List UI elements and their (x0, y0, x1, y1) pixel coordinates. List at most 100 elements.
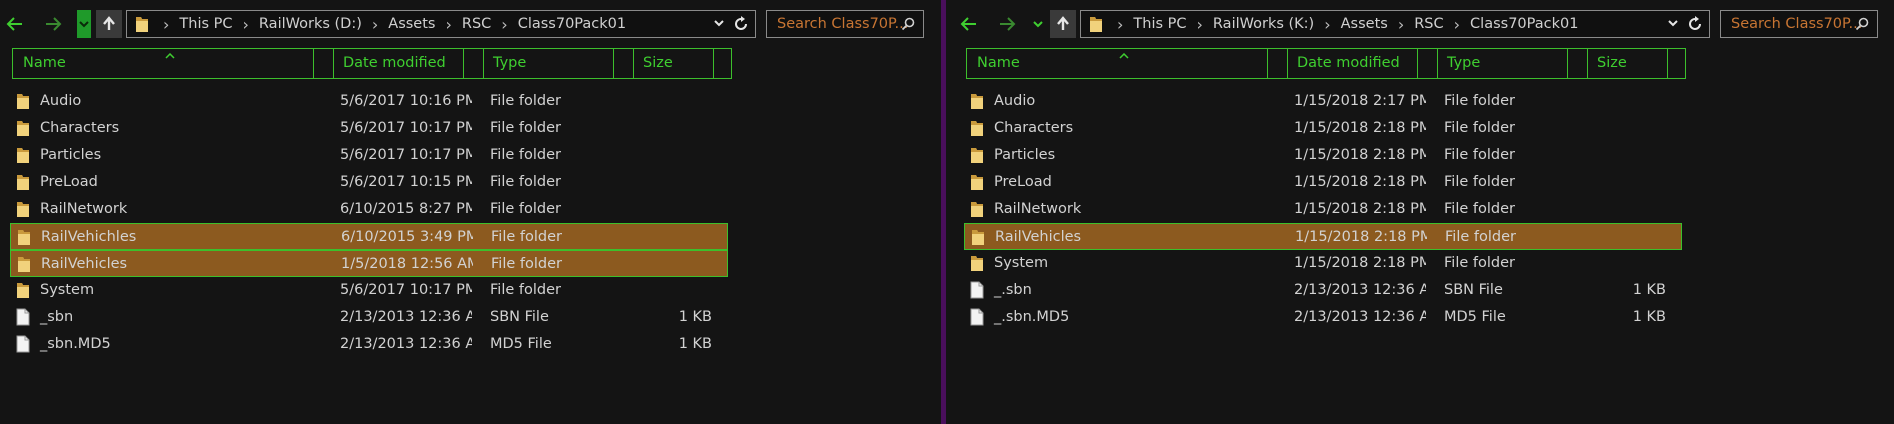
chevron-right-icon: › (1397, 14, 1405, 34)
back-button[interactable] (2, 10, 28, 38)
back-button[interactable] (956, 10, 982, 38)
column-header-name[interactable]: Name (13, 49, 313, 78)
up-button[interactable] (96, 10, 122, 38)
recent-locations-button[interactable] (1031, 10, 1045, 38)
file-name: System (994, 255, 1049, 271)
file-name: Characters (994, 120, 1074, 136)
folder-icon (16, 200, 30, 222)
file-list-row[interactable]: RailVehicles 1/15/2018 2:18 PM File folder (964, 223, 1682, 250)
file-list-row[interactable]: RailNetwork 6/10/2015 8:27 PM File folder (10, 196, 728, 223)
column-divider[interactable] (713, 49, 714, 78)
file-list-row[interactable]: Audio 5/6/2017 10:16 PM File folder (10, 88, 728, 115)
column-divider[interactable] (1417, 49, 1418, 78)
file-list-row[interactable]: _sbn 2/13/2013 12:36 A... SBN File 1 KB (10, 304, 728, 331)
address-bar[interactable]: › This PC › RailWorks (K:) › Assets › RSC › Class… (1080, 10, 1710, 38)
column-header-row: Name Date modified Type Size (12, 48, 732, 79)
search-input[interactable]: Search Class70P... (1720, 10, 1878, 38)
file-name: PreLoad (40, 174, 98, 190)
file-list-row[interactable]: PreLoad 5/6/2017 10:15 PM File folder (10, 169, 728, 196)
refresh-icon[interactable] (1687, 16, 1703, 36)
pane-divider[interactable] (940, 0, 954, 424)
breadcrumb-item[interactable]: This PC (175, 16, 236, 32)
forward-button[interactable] (40, 10, 66, 38)
file-size: 1 KB (678, 336, 712, 352)
folder-icon (135, 15, 151, 33)
column-divider[interactable] (1267, 49, 1268, 78)
file-icon (970, 281, 984, 303)
file-list-row[interactable]: RailVehicles 1/5/2018 12:56 AM File folder (10, 250, 728, 277)
column-divider[interactable] (1287, 49, 1288, 78)
column-header-type[interactable]: Type (1437, 49, 1587, 78)
column-header-name[interactable]: Name (967, 49, 1267, 78)
breadcrumb-item[interactable]: Assets (384, 16, 439, 32)
column-divider[interactable] (463, 49, 464, 78)
file-size: 1 KB (1632, 282, 1666, 298)
column-divider[interactable] (633, 49, 634, 78)
breadcrumb-item[interactable]: RSC (1410, 16, 1447, 32)
file-type: File folder (1445, 229, 1516, 245)
breadcrumb-item[interactable]: RailWorks (D:) (255, 16, 366, 32)
file-type: File folder (1444, 120, 1515, 136)
column-divider[interactable] (1587, 49, 1588, 78)
file-type: File folder (1444, 147, 1515, 163)
refresh-icon[interactable] (733, 16, 749, 36)
file-name: RailNetwork (40, 201, 128, 217)
file-type: File folder (490, 93, 561, 109)
column-divider[interactable] (1437, 49, 1438, 78)
file-size (1584, 250, 1666, 277)
file-type: File folder (490, 174, 561, 190)
column-header-size[interactable]: Size (633, 49, 713, 78)
forward-button[interactable] (994, 10, 1020, 38)
breadcrumb-item[interactable]: RailWorks (K:) (1209, 16, 1318, 32)
file-list-row[interactable]: _sbn.MD5 2/13/2013 12:36 A... MD5 File 1 KB (10, 331, 728, 358)
breadcrumb-item[interactable]: Class70Pack01 (514, 16, 630, 32)
column-header-type[interactable]: Type (483, 49, 633, 78)
file-list-row[interactable]: RailVehichles 6/10/2015 3:49 PM File folde… (10, 223, 728, 250)
file-list-row[interactable]: PreLoad 1/15/2018 2:18 PM File folder (964, 169, 1682, 196)
chevron-down-icon (79, 21, 89, 28)
file-list-row[interactable]: Characters 5/6/2017 10:17 PM File folder (10, 115, 728, 142)
search-input[interactable]: Search Class70P... (766, 10, 924, 38)
file-date-modified: 6/10/2015 3:49 PM (341, 229, 473, 245)
address-dropdown-icon[interactable] (713, 17, 725, 33)
recent-locations-button[interactable] (77, 10, 91, 38)
file-type: File folder (1444, 174, 1515, 190)
file-list-row[interactable]: System 5/6/2017 10:17 PM File folder (10, 277, 728, 304)
file-list-row[interactable]: RailNetwork 1/15/2018 2:18 PM File folder (964, 196, 1682, 223)
file-date-modified: 1/15/2018 2:18 PM (1295, 229, 1427, 245)
column-divider[interactable] (333, 49, 334, 78)
file-size: 1 KB (1632, 309, 1666, 325)
file-list-row[interactable]: Characters 1/15/2018 2:18 PM File folder (964, 115, 1682, 142)
file-list-row[interactable]: Audio 1/15/2018 2:17 PM File folder (964, 88, 1682, 115)
column-divider[interactable] (613, 49, 614, 78)
file-type: File folder (1444, 201, 1515, 217)
column-divider[interactable] (1567, 49, 1568, 78)
file-name: _.sbn.MD5 (994, 309, 1070, 325)
breadcrumb-item[interactable]: This PC (1129, 16, 1190, 32)
column-divider[interactable] (313, 49, 314, 78)
up-button[interactable] (1050, 10, 1076, 38)
file-list-row[interactable]: Particles 1/15/2018 2:18 PM File folder (964, 142, 1682, 169)
breadcrumb-item[interactable]: RSC (458, 16, 495, 32)
column-divider[interactable] (1667, 49, 1668, 78)
column-header-date-modified[interactable]: Date modified (1287, 49, 1437, 78)
file-list-row[interactable]: Particles 5/6/2017 10:17 PM File folder (10, 142, 728, 169)
file-type: MD5 File (1444, 309, 1506, 325)
file-list-row[interactable]: _.sbn.MD5 2/13/2013 12:36 A... MD5 File 1 K… (964, 304, 1682, 331)
address-dropdown-icon[interactable] (1667, 17, 1679, 33)
breadcrumb-item[interactable]: Class70Pack01 (1466, 16, 1582, 32)
file-list-row[interactable]: _.sbn 2/13/2013 12:36 A... SBN File 1 KB (964, 277, 1682, 304)
breadcrumb-item[interactable]: Assets (1337, 16, 1392, 32)
column-header-size[interactable]: Size (1587, 49, 1667, 78)
file-date-modified: 2/13/2013 12:36 A... (1294, 309, 1426, 325)
column-divider[interactable] (483, 49, 484, 78)
file-size (631, 251, 713, 278)
folder-icon (16, 92, 30, 114)
file-size (630, 142, 712, 169)
folder-icon (17, 255, 31, 277)
folder-icon (970, 173, 984, 195)
address-bar[interactable]: › This PC › RailWorks (D:) › Assets › RSC › Class… (126, 10, 756, 38)
column-header-date-modified[interactable]: Date modified (333, 49, 483, 78)
file-list-row[interactable]: System 1/15/2018 2:18 PM File folder (964, 250, 1682, 277)
file-name: Particles (994, 147, 1056, 163)
